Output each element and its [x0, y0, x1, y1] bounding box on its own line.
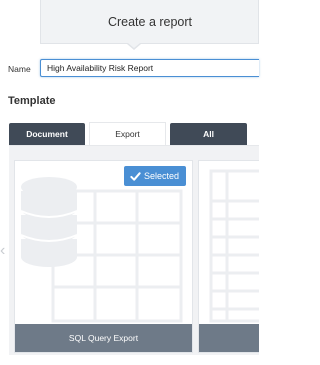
selected-badge: Selected	[123, 166, 186, 186]
header-pointer-fill	[128, 43, 140, 48]
report-name-input[interactable]	[40, 59, 259, 77]
dialog-header: Create a report	[40, 0, 259, 44]
template-card-document[interactable]	[198, 160, 259, 353]
name-label: Name	[8, 64, 31, 74]
card-footer	[199, 324, 259, 352]
checkmark-icon	[130, 171, 141, 181]
document-lines-icon	[209, 169, 259, 323]
tab-all-label: All	[203, 129, 214, 139]
selected-badge-label: Selected	[143, 171, 179, 181]
card-footer: SQL Query Export	[15, 324, 192, 352]
tab-export[interactable]: Export	[89, 122, 166, 145]
template-card-sql-query-export[interactable]: Selected SQL Query Export	[14, 160, 193, 353]
chevron-left-icon[interactable]: ‹	[0, 243, 5, 259]
tab-export-label: Export	[115, 129, 140, 139]
header-edge	[258, 0, 259, 44]
dialog-title: Create a report	[107, 14, 193, 29]
tab-document[interactable]: Document	[9, 123, 85, 145]
template-heading: Template	[8, 95, 56, 107]
tab-document-label: Document	[26, 129, 68, 139]
card-label: SQL Query Export	[68, 333, 139, 343]
tab-all[interactable]: All	[170, 123, 247, 145]
